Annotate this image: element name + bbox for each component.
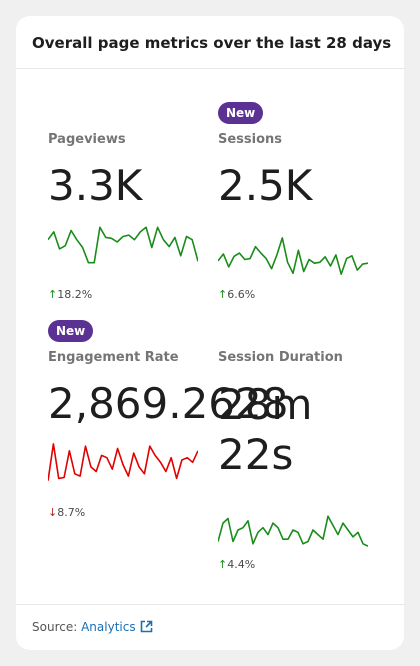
change-value: 8.7% bbox=[57, 506, 86, 519]
metric-value: 3.3K bbox=[48, 161, 143, 210]
metric-change: ↑6.6% bbox=[218, 288, 255, 301]
metric-label: Pageviews bbox=[48, 132, 126, 147]
metric-value: 28m 22s bbox=[218, 380, 313, 479]
source-label: Source: bbox=[32, 620, 78, 634]
metric-value: 2.5K bbox=[218, 161, 313, 210]
arrow-up-icon: ↑ bbox=[48, 288, 58, 301]
metric-label: Session Duration bbox=[218, 350, 343, 365]
engagement-rate-sparkline bbox=[48, 443, 198, 481]
session-duration-sparkline bbox=[218, 515, 368, 547]
metric-label: Engagement Rate bbox=[48, 350, 179, 365]
sparkline-series bbox=[218, 515, 368, 547]
analytics-link[interactable]: Analytics bbox=[81, 620, 153, 634]
change-value: 18.2% bbox=[57, 288, 93, 301]
sparkline-series bbox=[48, 226, 198, 264]
sparkline-series bbox=[48, 443, 198, 481]
footer-divider bbox=[16, 604, 404, 605]
sparkline-series bbox=[218, 237, 368, 276]
arrow-up-icon: ↑ bbox=[218, 288, 228, 301]
card-title: Overall page metrics over the last 28 da… bbox=[32, 34, 392, 52]
metric-label: Sessions bbox=[218, 132, 283, 147]
arrow-up-icon: ↑ bbox=[218, 558, 228, 571]
metrics-card: Overall page metrics over the last 28 da… bbox=[16, 16, 404, 650]
new-badge: New bbox=[218, 102, 264, 124]
metric-change: ↑18.2% bbox=[48, 288, 92, 301]
header-divider bbox=[16, 68, 404, 69]
new-badge: New bbox=[48, 320, 94, 342]
source-footer: Source: Analytics bbox=[32, 620, 153, 634]
pageviews-sparkline bbox=[48, 226, 198, 264]
metric-change: ↑4.4% bbox=[218, 558, 255, 571]
analytics-link-label: Analytics bbox=[81, 620, 136, 634]
arrow-down-icon: ↓ bbox=[48, 506, 58, 519]
change-value: 6.6% bbox=[227, 288, 256, 301]
metric-change: ↓8.7% bbox=[48, 506, 85, 519]
sessions-sparkline bbox=[218, 237, 368, 276]
change-value: 4.4% bbox=[227, 558, 256, 571]
external-link-icon bbox=[140, 620, 152, 633]
